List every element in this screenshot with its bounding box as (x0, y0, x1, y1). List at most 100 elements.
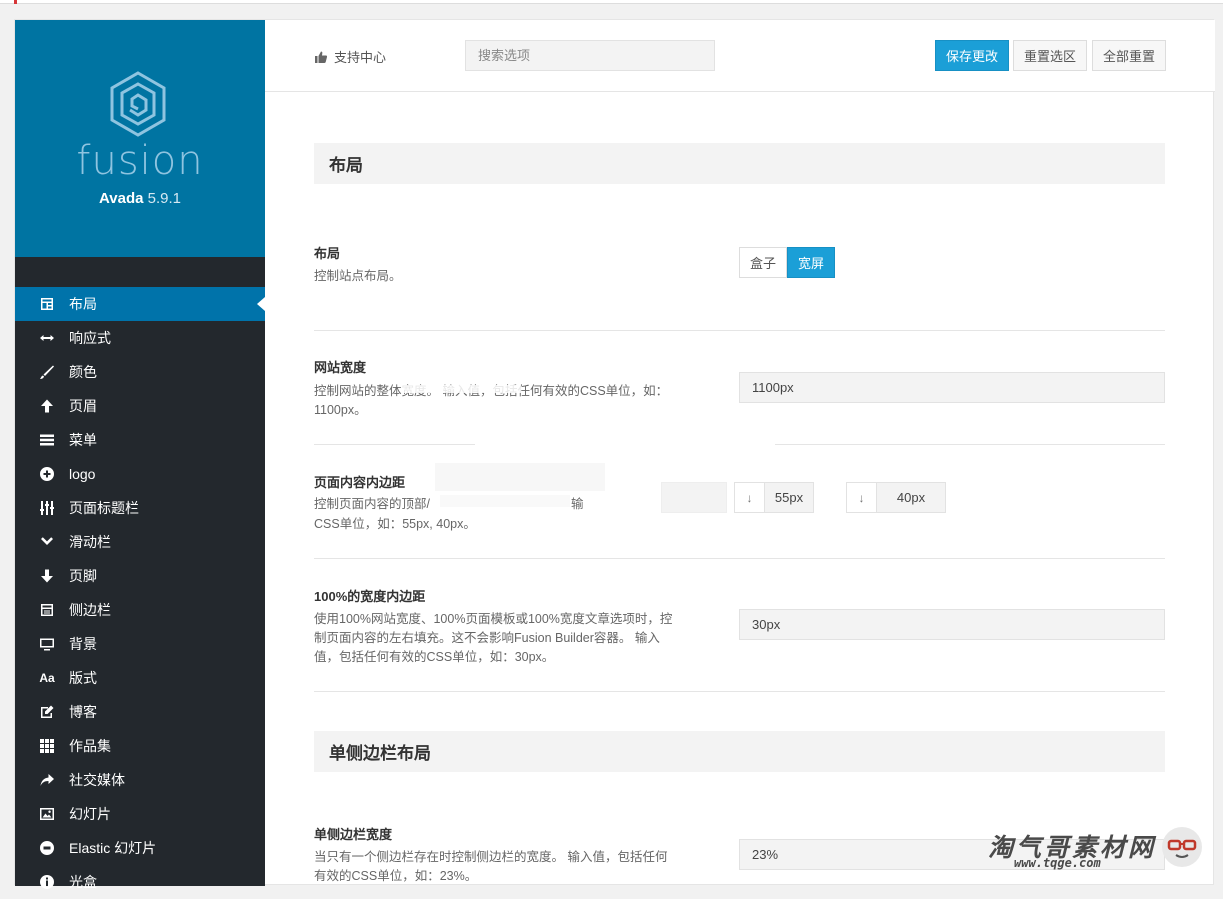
divider (314, 558, 1165, 559)
sidebar-item-blog[interactable]: 博客 (15, 695, 265, 729)
arrow-down-icon (39, 568, 55, 584)
watermark-face-icon (1162, 827, 1202, 867)
padding-top-field[interactable]: ↓ 55px (734, 482, 814, 513)
option-desc-page-padding-fragment: 输 (571, 497, 584, 511)
sidebar-item-colors[interactable]: 颜色 (15, 355, 265, 389)
fusion-logo-icon (110, 71, 166, 137)
option-desc-hundred-padding: 使用100%网站宽度、100%页面模板或100%宽度文章选项时，控制页面内容的左… (314, 612, 673, 664)
hundred-padding-input[interactable]: 30px (739, 609, 1165, 640)
brand-name: Avada (98, 190, 144, 207)
sidebar-item-label: 布局 (69, 296, 97, 312)
info-icon (39, 874, 55, 890)
sidebar-item-header[interactable]: 页眉 (15, 389, 265, 423)
sidebar-item-lightbox[interactable]: 光盒 (15, 865, 265, 899)
arrow-down-icon: ↓ (735, 483, 765, 512)
option-title-layout: 布局 (314, 246, 341, 261)
sidebar: fusion Avada 5.9.1 布局 响应式 颜色 页眉 菜单 logo … (15, 20, 265, 890)
top-accent-mark (14, 0, 17, 4)
sidebar-item-label: 菜单 (69, 432, 97, 448)
layout-toggle: 盒子 宽屏 (739, 247, 836, 278)
sidebar-item-label: 页面标题栏 (69, 500, 139, 516)
support-center-label: 支持中心 (334, 50, 387, 65)
sidebar-item-typography[interactable]: Aa 版式 (15, 661, 265, 695)
sidebar-item-menu[interactable]: 菜单 (15, 423, 265, 457)
search-options-input[interactable] (465, 40, 715, 71)
sidebar-item-slideshows[interactable]: 幻灯片 (15, 797, 265, 831)
option-desc-single-sidebar: 当只有一个侧边栏存在时控制侧边栏的宽度。 输入值，包括任何有效的CSS单位，如：… (314, 850, 668, 883)
brand-header: fusion Avada 5.9.1 (15, 20, 265, 257)
brand-wordmark: fusion (76, 138, 204, 184)
sidebar-item-label: 幻灯片 (69, 806, 111, 822)
share-icon (39, 772, 55, 788)
sidebar-item-label: 版式 (69, 670, 97, 686)
support-center-link[interactable]: 支持中心 (315, 47, 386, 66)
sidebar-item-label: 社交媒体 (69, 772, 125, 788)
blur-overlay (475, 439, 775, 449)
padding-bottom-field[interactable]: ↓ 40px (846, 482, 946, 513)
layout-option-wide[interactable]: 宽屏 (787, 247, 836, 278)
padding-top-value: 55px (774, 490, 804, 505)
monitor-icon (39, 636, 55, 652)
sidebar-item-social-media[interactable]: 社交媒体 (15, 763, 265, 797)
option-title-single-sidebar: 单侧边栏宽度 (314, 827, 393, 842)
options-header: 支持中心 保存更改 重置选区 全部重置 (265, 20, 1215, 92)
plus-circle-icon (39, 466, 55, 482)
save-changes-button[interactable]: 保存更改 (935, 40, 1010, 71)
sidebar-item-footer[interactable]: 页脚 (15, 559, 265, 593)
blur-overlay (435, 463, 605, 491)
chevron-down-icon (39, 534, 55, 550)
sidebar-item-background[interactable]: 背景 (15, 627, 265, 661)
top-border (0, 0, 1223, 4)
sidebar-item-label: 页眉 (69, 398, 97, 414)
sidebar-item-label: 光盒 (69, 874, 97, 890)
option-desc-page-padding: 控制页面内容的顶部/ (314, 497, 430, 511)
layout-option-boxed[interactable]: 盒子 (739, 247, 788, 278)
sidebar-item-elastic-slider[interactable]: Elastic 幻灯片 (15, 831, 265, 865)
padding-bottom-value: 40px (896, 490, 926, 505)
section-title-layout: 布局 (314, 143, 1165, 184)
sidebar-item-responsive[interactable]: 响应式 (15, 321, 265, 355)
reset-section-button[interactable]: 重置选区 (1013, 40, 1088, 71)
sidebar-item-portfolio[interactable]: 作品集 (15, 729, 265, 763)
option-title-hundred-padding: 100%的宽度内边距 (314, 589, 426, 604)
sidebar-item-label: Elastic 幻灯片 (69, 840, 157, 856)
sidebar-icon (39, 602, 55, 618)
brand-version: Avada 5.9.1 (15, 190, 265, 207)
sidebar-item-logo[interactable]: logo (15, 457, 265, 491)
sidebar-item-sidebar[interactable]: 侧边栏 (15, 593, 265, 627)
image-icon (39, 806, 55, 822)
sliders-icon (39, 500, 55, 516)
sidebar-item-label: 背景 (69, 636, 97, 652)
arrow-up-icon (39, 398, 55, 414)
options-panel: fusion Avada 5.9.1 布局 响应式 颜色 页眉 菜单 logo … (14, 19, 1215, 890)
grid-icon (39, 738, 55, 754)
arrow-down-icon: ↓ (847, 483, 877, 512)
brush-icon (39, 364, 55, 380)
option-desc-layout: 控制站点布局。 (314, 269, 402, 283)
sidebar-item-label: 响应式 (69, 330, 111, 346)
sidebar-item-slider[interactable]: 滑动栏 (15, 525, 265, 559)
sidebar-item-layout[interactable]: 布局 (15, 287, 265, 321)
blur-overlay (401, 385, 521, 393)
edit-icon (39, 704, 55, 720)
sidebar-item-label: logo (69, 466, 96, 482)
options-content: 布局 布局 控制站点布局。 盒子 宽屏 网站宽度 控制网站的整体宽度。 输入值，… (265, 93, 1215, 886)
option-desc-page-padding-line2: CSS单位，如：55px, 40px。 (314, 517, 476, 531)
watermark-url: www.tqge.com (1014, 856, 1101, 870)
layout-icon (39, 296, 55, 312)
reset-all-button[interactable]: 全部重置 (1092, 40, 1167, 71)
option-title-site-width: 网站宽度 (314, 360, 367, 375)
site-width-input[interactable]: 1100px (739, 372, 1165, 403)
padding-unit-field[interactable] (661, 482, 727, 513)
sidebar-item-label: 作品集 (69, 738, 111, 754)
version-number: 5.9.1 (147, 190, 181, 207)
section-title-single-sidebar: 单侧边栏布局 (314, 731, 1165, 772)
sidebar-item-label: 博客 (69, 704, 97, 720)
divider (314, 691, 1165, 692)
blur-overlay (440, 495, 570, 507)
sidebar-item-page-title-bar[interactable]: 页面标题栏 (15, 491, 265, 525)
divider (314, 330, 1165, 331)
sidebar-menu: 布局 响应式 颜色 页眉 菜单 logo 页面标题栏 滑动栏 页脚 侧边栏 背景… (15, 287, 265, 899)
watermark: 淘气哥素材网 www.tqge.com (984, 825, 1214, 875)
typography-icon: Aa (39, 671, 55, 685)
